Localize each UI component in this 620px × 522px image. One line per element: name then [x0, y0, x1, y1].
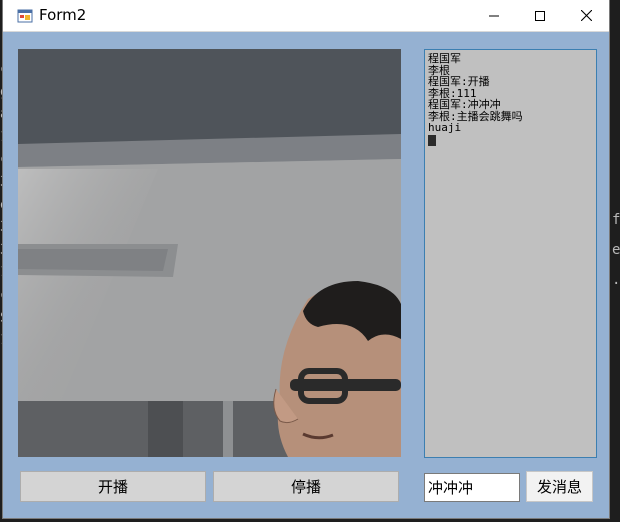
send-message-button[interactable]: 发消息 [526, 471, 593, 502]
background-code-char: e [612, 242, 620, 258]
chat-message: 程国军:冲冲冲 [428, 98, 501, 111]
close-icon [580, 10, 592, 21]
stop-broadcast-button[interactable]: 停播 [213, 471, 399, 502]
start-broadcast-button[interactable]: 开播 [20, 471, 206, 502]
app-icon [17, 9, 33, 23]
window-title: Form2 [39, 6, 87, 24]
background-code-char: f [612, 212, 620, 228]
maximize-icon [535, 10, 545, 21]
video-preview [18, 49, 401, 457]
maximize-button[interactable] [517, 0, 563, 31]
close-button[interactable] [563, 0, 609, 31]
message-input[interactable]: 冲冲冲 [424, 473, 520, 502]
chat-message: 程国军 [428, 52, 461, 65]
minimize-button[interactable] [471, 0, 517, 31]
chat-message: 程国军:开播 [428, 75, 490, 88]
form-window: Form2 程国军 李根 程国军:开播 李根:111 程国军:冲冲冲 李根:主播… [2, 0, 610, 519]
background-editor-right: fe. [610, 0, 620, 522]
chat-log[interactable]: 程国军 李根 程国军:开播 李根:111 程国军:冲冲冲 李根:主播会跳舞吗 huaji [424, 49, 597, 458]
title-bar[interactable]: Form2 [3, 0, 609, 32]
background-code-char: . [612, 272, 620, 288]
chat-message: huaji [428, 121, 462, 134]
minimize-icon [489, 15, 499, 16]
background-code-right: fe. [612, 205, 620, 295]
text-caret [428, 134, 436, 146]
webcam-frame-image [18, 49, 401, 457]
